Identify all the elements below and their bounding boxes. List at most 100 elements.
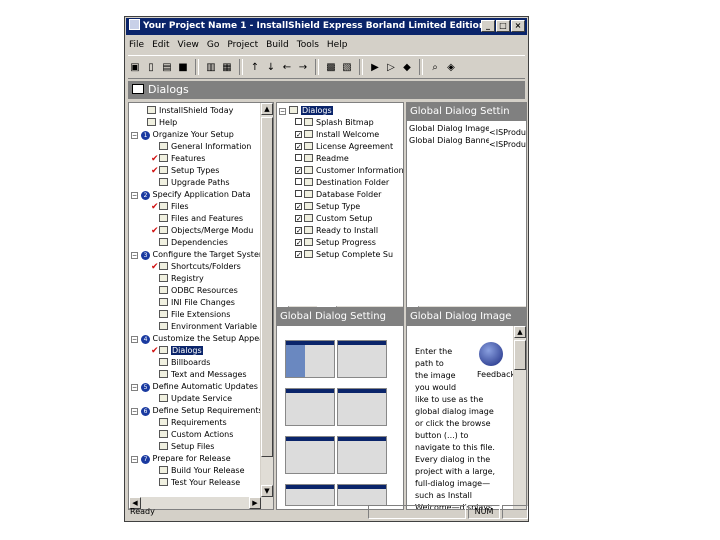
nav-item[interactable]: INI File Changes (151, 297, 235, 309)
menu-view[interactable]: View (178, 37, 199, 53)
dialog-thumbnail[interactable] (337, 436, 387, 474)
nav-item[interactable]: File Extensions (151, 309, 230, 321)
build-settings-icon[interactable]: ▧ (340, 60, 354, 74)
scroll-thumb[interactable] (514, 340, 526, 370)
nav-item[interactable]: −3 Configure the Target System (131, 249, 267, 261)
collapse-icon[interactable]: − (131, 192, 138, 199)
nav-item[interactable]: InstallShield Today (139, 105, 233, 117)
dialog-item[interactable]: ✓ Customer Information (295, 165, 403, 177)
menu-build[interactable]: Build (266, 37, 289, 53)
property-value[interactable]: <ISProdu (489, 140, 526, 149)
menu-go[interactable]: Go (207, 37, 219, 53)
dialog-item[interactable]: Splash Bitmap (295, 117, 374, 129)
nav-item[interactable]: ✔ Shortcuts/Folders (151, 261, 241, 273)
new-file-icon[interactable]: ▯ (144, 60, 158, 74)
nav-item[interactable]: −7 Prepare for Release (131, 453, 231, 465)
nav-item[interactable]: Setup Files (151, 441, 214, 453)
help-book-icon[interactable]: ◈ (444, 60, 458, 74)
dialog-checkbox[interactable]: ✓ (295, 227, 302, 235)
new-project-icon[interactable]: ▣ (128, 60, 142, 74)
dialog-checkbox[interactable]: ✓ (295, 143, 302, 151)
dialog-checkbox[interactable] (295, 154, 302, 161)
dialog-thumbnail[interactable] (285, 340, 335, 378)
nav-item[interactable]: Requirements (151, 417, 227, 429)
nav-item[interactable]: −4 Customize the Setup Appear (131, 333, 267, 345)
nav-item[interactable]: Test Your Release (151, 477, 240, 489)
menu-file[interactable]: File (129, 37, 144, 53)
menu-project[interactable]: Project (227, 37, 258, 53)
nav-item[interactable]: Update Service (151, 393, 232, 405)
dialog-item[interactable]: Readme (295, 153, 349, 165)
dialog-item[interactable]: ✓ Custom Setup (295, 213, 372, 225)
nav-item[interactable]: Help (139, 117, 177, 129)
stop-icon[interactable]: ◆ (400, 60, 414, 74)
dialog-checkbox[interactable]: ✓ (295, 167, 302, 175)
nav-item[interactable]: ✔ Setup Types (151, 165, 219, 177)
dialogs-tree[interactable]: − Dialogs Splash Bitmap ✓ Install Welcome ✓ L… (276, 102, 404, 319)
view-list-icon[interactable]: ▥ (204, 60, 218, 74)
collapse-icon[interactable]: − (131, 408, 138, 415)
arrow-down-icon[interactable]: ↓ (264, 60, 278, 74)
arrow-left-icon[interactable]: ← (280, 60, 294, 74)
arrow-right-icon[interactable]: → (296, 60, 310, 74)
dialog-checkbox[interactable] (295, 118, 302, 125)
nav-item[interactable]: −5 Define Automatic Updates (131, 381, 258, 393)
scroll-thumb[interactable] (261, 117, 273, 457)
dialog-item[interactable]: Destination Folder (295, 177, 389, 189)
navigation-tree[interactable]: InstallShield Today Help −1 Organize Your … (128, 102, 274, 510)
dialog-item[interactable]: Database Folder (295, 189, 381, 201)
table-row[interactable]: Global Dialog Image<ISProdu (409, 123, 526, 137)
title-bar[interactable]: Your Project Name 1 - InstallShield Expr… (126, 18, 527, 35)
nav-item[interactable]: ODBC Resources (151, 285, 238, 297)
dialog-item[interactable]: ✓ License Agreement (295, 141, 393, 153)
test-icon[interactable]: ▷ (384, 60, 398, 74)
dialog-checkbox[interactable]: ✓ (295, 251, 302, 259)
scroll-up-icon[interactable]: ▲ (261, 103, 273, 115)
nav-item[interactable]: Custom Actions (151, 429, 233, 441)
menu-edit[interactable]: Edit (152, 37, 169, 53)
collapse-icon[interactable]: − (131, 456, 138, 463)
dialog-thumbnail[interactable] (337, 340, 387, 378)
nav-item[interactable]: Registry (151, 273, 204, 285)
arrow-up-icon[interactable]: ↑ (248, 60, 262, 74)
dialog-item[interactable]: ✓ Setup Complete Su (295, 249, 393, 261)
save-icon[interactable]: ■ (176, 60, 190, 74)
help-scrollbar[interactable]: ▲ (513, 326, 526, 509)
table-row[interactable]: Global Dialog Banner<ISProdu (409, 135, 526, 149)
nav-item[interactable]: −2 Specify Application Data (131, 189, 251, 201)
open-folder-icon[interactable]: ▤ (160, 60, 174, 74)
build-icon[interactable]: ▩ (324, 60, 338, 74)
dialog-checkbox[interactable]: ✓ (295, 203, 302, 211)
dialog-item[interactable]: ✓ Ready to Install (295, 225, 378, 237)
collapse-icon[interactable]: − (131, 336, 138, 343)
dialog-thumbnail[interactable] (337, 484, 387, 506)
nav-item[interactable]: Build Your Release (151, 465, 245, 477)
dialog-checkbox[interactable]: ✓ (295, 239, 302, 247)
dialogs-root[interactable]: − Dialogs (279, 105, 333, 117)
nav-item[interactable]: ✔ Dialogs (151, 345, 203, 357)
collapse-icon[interactable]: − (131, 132, 138, 139)
nav-item[interactable]: −6 Define Setup Requirements (131, 405, 263, 417)
dialog-item[interactable]: ✓ Install Welcome (295, 129, 379, 141)
nav-item[interactable]: Files and Features (151, 213, 243, 225)
nav-item[interactable]: ✔ Features (151, 153, 205, 165)
dialog-thumbnail[interactable] (285, 484, 335, 506)
nav-item[interactable]: Billboards (151, 357, 210, 369)
dialog-checkbox[interactable]: ✓ (295, 215, 302, 223)
nav-item[interactable]: General Information (151, 141, 251, 153)
dialog-checkbox[interactable] (295, 190, 302, 197)
minimize-button[interactable]: _ (481, 20, 495, 32)
scroll-down-icon[interactable]: ▼ (261, 485, 273, 497)
nav-scrollbar[interactable]: ▲ ▼ (260, 103, 273, 509)
dialog-thumbnail[interactable] (337, 388, 387, 426)
collapse-icon[interactable]: − (279, 108, 286, 115)
collapse-icon[interactable]: − (131, 252, 138, 259)
scroll-up-icon[interactable]: ▲ (514, 326, 526, 338)
nav-item[interactable]: ✔ Objects/Merge Modu (151, 225, 253, 237)
dialog-checkbox[interactable]: ✓ (295, 131, 302, 139)
dialog-thumbnail[interactable] (285, 388, 335, 426)
close-button[interactable]: × (511, 20, 525, 32)
dialog-item[interactable]: ✓ Setup Progress (295, 237, 376, 249)
nav-item[interactable]: −1 Organize Your Setup (131, 129, 234, 141)
nav-item[interactable]: Environment Variable (151, 321, 257, 333)
